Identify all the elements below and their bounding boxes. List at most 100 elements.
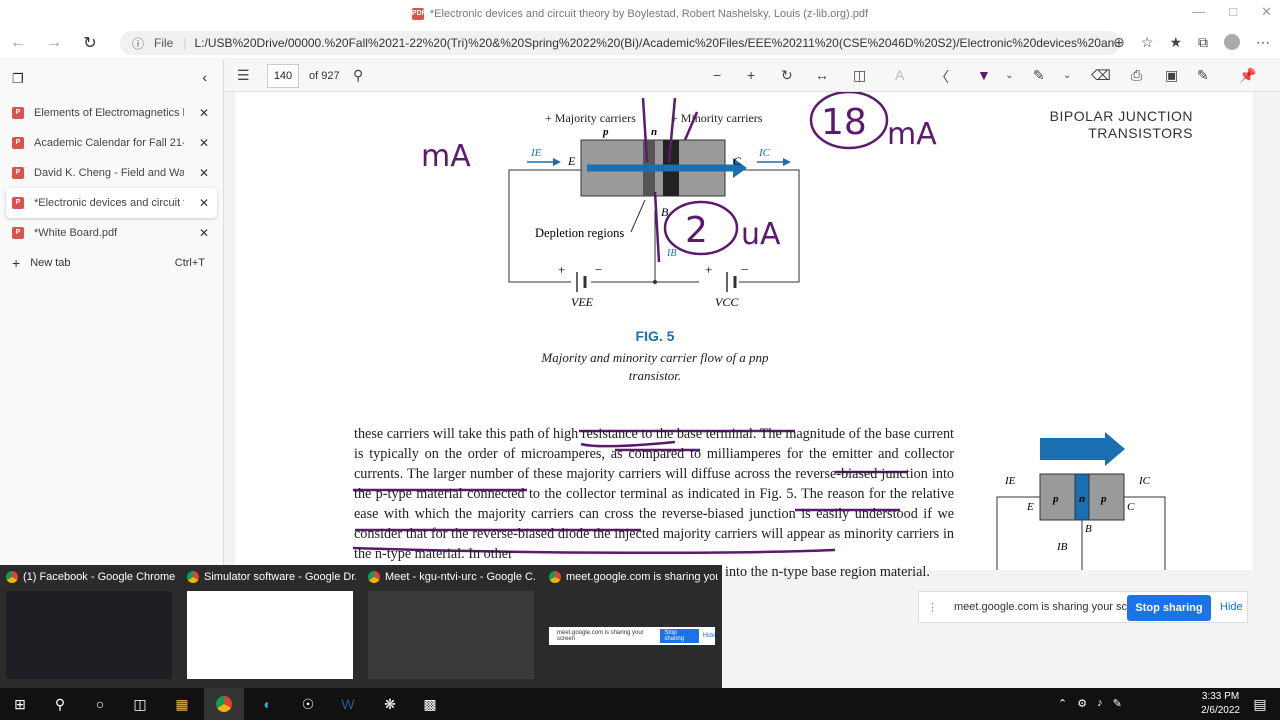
window-thumbnail: meet.google.com is sharing your screen St…	[549, 591, 715, 679]
search-icon[interactable]: ⚲	[40, 688, 80, 720]
drag-handle-icon[interactable]: ⋮	[927, 601, 938, 614]
save-as-icon[interactable]: ✎	[1197, 67, 1209, 84]
page-number-input[interactable]: 140	[267, 64, 299, 88]
network-icon[interactable]: ⚙	[1077, 697, 1087, 710]
share-message: meet.google.com is sharing your screen.	[954, 601, 1153, 613]
info-icon[interactable]: ⓘ	[132, 35, 144, 52]
page-view-icon[interactable]: ◫	[853, 67, 866, 84]
system-tray[interactable]: ⌃ ⚙ ♪ ✎	[1058, 697, 1122, 710]
volume-icon[interactable]: ♪	[1097, 697, 1103, 710]
tab-white-board[interactable]: P *White Board.pdf ✕	[0, 218, 223, 248]
forward-icon[interactable]: →	[36, 34, 72, 52]
zoom-icon[interactable]: ⊕	[1113, 34, 1125, 51]
tab-cheng[interactable]: P David K. Cheng - Field and Wave El... ✕	[0, 158, 223, 188]
pdf-icon: P	[12, 137, 24, 149]
close-tab-icon[interactable]: ✕	[199, 136, 209, 150]
windows-start-icon[interactable]: ⊞	[0, 688, 40, 720]
app-icon[interactable]: ☉	[288, 688, 328, 720]
ic-label: IC	[758, 147, 771, 159]
body-paragraph: these carriers will take this path of hi…	[354, 426, 954, 562]
window-facebook[interactable]: (1) Facebook - Google Chrome	[0, 565, 175, 679]
hide-button[interactable]: Hide	[1220, 601, 1243, 613]
window-meet[interactable]: Meet - kgu-ntvi-urc - Google C...	[362, 565, 537, 679]
handwriting-ua: uA	[741, 217, 781, 252]
notification-icon[interactable]: ▤	[1240, 688, 1280, 720]
figure-description: Majority and minority carrier flow of a …	[541, 350, 769, 383]
contents-icon[interactable]: ☰	[237, 67, 250, 84]
window-simulator[interactable]: Simulator software - Google Dr...	[181, 565, 356, 679]
ib-label: IB	[666, 248, 676, 259]
tab-electromagnetics[interactable]: P Elements of Electromagnetics by M... ✕	[0, 98, 223, 128]
pen-icon[interactable]: ✎	[1113, 697, 1122, 710]
app3-icon[interactable]: ▩	[410, 688, 450, 720]
favorites-bar-icon[interactable]: ★	[1169, 34, 1182, 51]
favorite-icon[interactable]: ☆	[1141, 34, 1154, 51]
side-p-label: p	[1100, 493, 1107, 505]
tab-academic-calendar[interactable]: P Academic Calendar for Fall 21-22 Tr... ✕	[0, 128, 223, 158]
close-tab-icon[interactable]: ✕	[199, 196, 209, 210]
plus-sign: +	[558, 262, 565, 277]
window-sharing[interactable]: meet.google.com is sharing you... meet.g…	[543, 565, 718, 645]
window-title: *Electronic devices and circuit theory b…	[429, 8, 869, 20]
refresh-icon[interactable]: ↻	[72, 33, 108, 53]
close-tab-icon[interactable]: ✕	[199, 106, 209, 120]
read-aloud-icon[interactable]: A	[895, 67, 904, 83]
clock[interactable]: 3:33 PM 2/6/2022	[1201, 690, 1240, 718]
maximize-icon[interactable]: □	[1229, 4, 1237, 20]
file-explorer-icon[interactable]: ▦	[162, 688, 202, 720]
app2-icon[interactable]: ❋	[370, 688, 410, 720]
chrome-icon	[368, 571, 380, 583]
highlight-icon[interactable]: ✎	[1033, 67, 1045, 84]
collections-icon[interactable]: ⧉	[1198, 34, 1208, 51]
chrome-taskbar-icon[interactable]	[204, 688, 244, 720]
tab-electronic-devices[interactable]: P *Electronic devices and circuit theor..…	[6, 188, 217, 218]
plus-sign: +	[705, 262, 712, 277]
profile-avatar[interactable]	[1224, 34, 1240, 50]
tab-label: Elements of Electromagnetics by M...	[34, 107, 184, 119]
handwriting-18: 18	[821, 102, 867, 143]
handwriting-2: 2	[685, 210, 708, 251]
save-icon[interactable]: ▣	[1165, 67, 1178, 84]
zoom-in-icon[interactable]: +	[747, 67, 755, 83]
majority-label: + Majority carriers	[545, 111, 636, 125]
edge-icon[interactable]: ◖	[246, 688, 286, 720]
fit-page-icon[interactable]: ↔	[815, 67, 829, 83]
url-field[interactable]: ⓘ File | L:/USB%20Drive/00000.%20Fall%20…	[120, 31, 1120, 55]
back-icon[interactable]: ←	[0, 34, 36, 52]
cortana-icon[interactable]: ○	[80, 688, 120, 720]
close-icon[interactable]: ✕	[1261, 4, 1272, 20]
side-b-label: B	[1085, 523, 1092, 535]
chevron-down-icon[interactable]: ⌄	[1063, 70, 1071, 81]
rotate-icon[interactable]: ↻	[781, 67, 793, 84]
address-bar: ← → ↻ ⓘ File | L:/USB%20Drive/00000.%20F…	[0, 28, 1280, 58]
chevron-down-icon[interactable]: ⌄	[1005, 70, 1013, 81]
close-tab-icon[interactable]: ✕	[199, 226, 209, 240]
draw-icon[interactable]: ▼	[977, 67, 991, 83]
close-tab-icon[interactable]: ✕	[199, 166, 209, 180]
new-tab-button[interactable]: + New tab Ctrl+T	[0, 248, 223, 278]
page-total: of 927	[309, 70, 340, 82]
search-icon[interactable]: ⚲	[353, 67, 363, 84]
text-icon[interactable]: 〈	[935, 67, 949, 87]
window-thumbnail	[368, 591, 534, 679]
side-ib-label: IB	[1056, 541, 1068, 553]
stop-sharing-button[interactable]: Stop sharing	[1127, 595, 1211, 621]
mini-share-text: meet.google.com is sharing your screen	[557, 630, 644, 642]
clock-date: 2/6/2022	[1201, 705, 1240, 716]
window-thumbnail	[6, 591, 172, 679]
word-icon[interactable]: W	[328, 688, 368, 720]
task-view-icon[interactable]: ◫	[120, 688, 160, 720]
erase-icon[interactable]: ⌫	[1091, 67, 1111, 84]
pdf-icon: PDF	[411, 8, 426, 20]
screen-share-bar: ⋮ meet.google.com is sharing your screen…	[918, 591, 1248, 623]
pin-icon[interactable]: 📌	[1239, 67, 1256, 84]
collapse-sidebar-icon[interactable]: ‹	[202, 69, 207, 85]
tab-actions-icon[interactable]: ❐	[12, 71, 24, 87]
more-icon[interactable]: ⋯	[1256, 34, 1270, 51]
p-label: p	[602, 126, 609, 138]
zoom-out-icon[interactable]: −	[713, 67, 721, 83]
print-icon[interactable]: ⎙	[1131, 67, 1142, 84]
chevron-up-icon[interactable]: ⌃	[1058, 697, 1067, 710]
tab-label: *Electronic devices and circuit theor...	[34, 197, 184, 209]
minimize-icon[interactable]: —	[1192, 4, 1205, 20]
